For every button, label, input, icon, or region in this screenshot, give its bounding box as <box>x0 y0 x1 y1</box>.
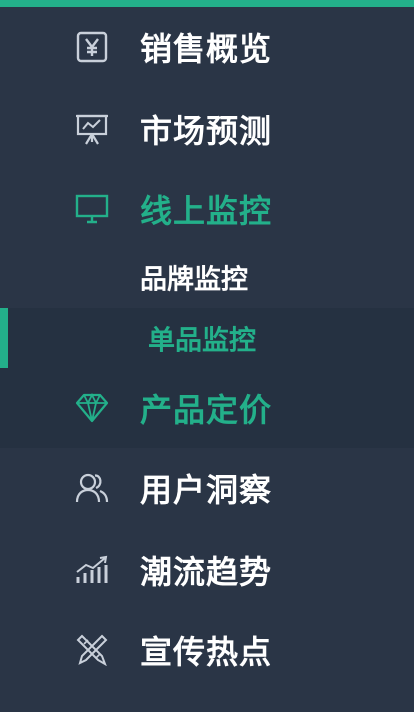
users-icon <box>74 470 110 506</box>
submenu-item-product-monitoring[interactable]: 单品监控 <box>0 308 414 368</box>
diamond-icon <box>74 390 110 426</box>
menu-item-label: 销售概览 <box>140 30 273 68</box>
menu-item-label: 产品定价 <box>140 391 273 429</box>
menu-item-product-pricing[interactable]: 产品定价 <box>0 368 414 448</box>
menu-item-label: 市场预测 <box>140 112 273 150</box>
presentation-icon <box>74 111 110 147</box>
monitor-icon <box>74 191 110 227</box>
menu-item-label: 用户洞察 <box>140 471 273 509</box>
submenu-item-brand-monitoring[interactable]: 品牌监控 <box>0 247 414 307</box>
tools-icon <box>74 632 110 668</box>
selected-indicator <box>0 308 8 368</box>
menu-item-user-insights[interactable]: 用户洞察 <box>0 448 414 528</box>
menu-item-online-monitoring[interactable]: 线上监控 <box>0 169 414 249</box>
menu-item-label: 宣传热点 <box>140 633 273 671</box>
yen-icon <box>74 29 110 65</box>
menu-item-label: 线上监控 <box>140 192 273 230</box>
menu-item-trends[interactable]: 潮流趋势 <box>0 530 414 610</box>
submenu-item-label: 品牌监控 <box>140 264 248 296</box>
top-accent-bar <box>0 0 414 7</box>
menu-item-market-forecast[interactable]: 市场预测 <box>0 89 414 169</box>
menu-item-promo-hotspots[interactable]: 宣传热点 <box>0 610 414 690</box>
menu-item-label: 潮流趋势 <box>140 553 273 591</box>
submenu-item-label: 单品监控 <box>148 325 256 357</box>
trend-chart-icon <box>74 552 110 588</box>
menu-item-sales-overview[interactable]: 销售概览 <box>0 7 414 87</box>
